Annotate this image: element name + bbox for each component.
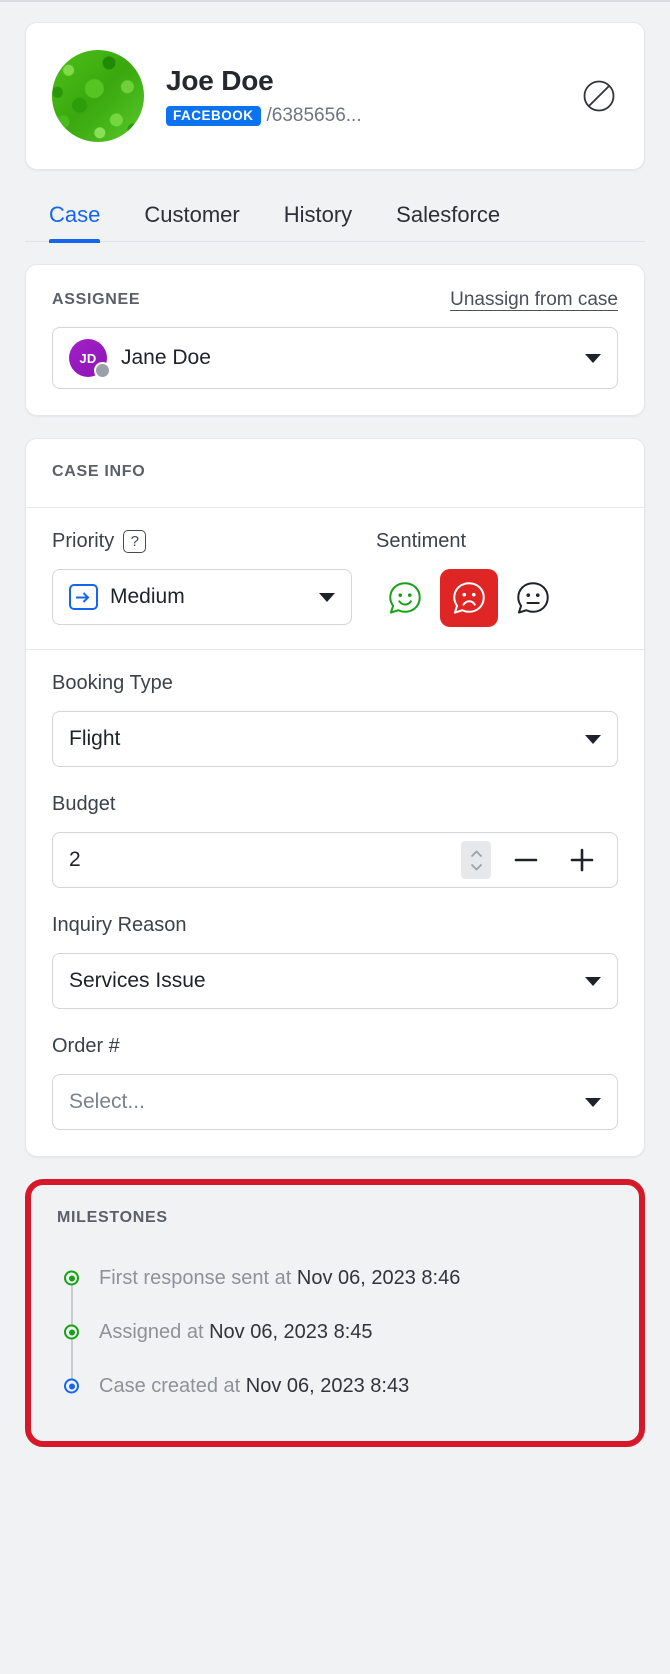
sentiment-negative-button[interactable]	[440, 569, 498, 627]
unassign-from-case-link[interactable]: Unassign from case	[450, 289, 618, 311]
inquiry-reason-label: Inquiry Reason	[52, 914, 187, 936]
priority-value: Medium	[110, 585, 185, 608]
customer-handle: /6385656...	[266, 105, 362, 127]
sentiment-neutral-button[interactable]	[504, 569, 562, 627]
minus-icon	[514, 858, 538, 862]
milestones-card: MILESTONES First response sent at Nov 06…	[33, 1187, 637, 1439]
milestone-label: Assigned at Nov 06, 2023 8:45	[99, 1320, 373, 1343]
tab-salesforce[interactable]: Salesforce	[374, 192, 522, 241]
assignee-initials: JD	[79, 350, 97, 366]
chevron-down-icon	[319, 592, 335, 602]
customer-avatar	[52, 50, 144, 142]
customer-name: Joe Doe	[166, 64, 274, 96]
help-icon[interactable]: ?	[123, 530, 147, 553]
milestones-highlight: MILESTONES First response sent at Nov 06…	[25, 1179, 645, 1447]
case-info-section-title: CASE INFO	[52, 463, 146, 480]
case-tabs: Case Customer History Salesforce	[25, 192, 645, 243]
milestone-timestamp: Nov 06, 2023 8:46	[296, 1266, 461, 1289]
plus-icon	[570, 848, 594, 872]
booking-type-value: Flight	[69, 727, 121, 750]
inquiry-reason-value: Services Issue	[69, 969, 206, 992]
booking-type-label: Booking Type	[52, 672, 173, 694]
chevron-up-icon	[470, 849, 482, 857]
milestone-item: Case created at Nov 06, 2023 8:43	[57, 1359, 613, 1413]
budget-input[interactable]	[69, 848, 461, 872]
milestone-dot-blue-icon	[64, 1378, 79, 1394]
presence-indicator	[94, 362, 111, 379]
assignee-avatar: JD	[69, 339, 111, 379]
block-icon	[583, 80, 615, 112]
budget-row: Budget	[26, 789, 644, 910]
milestone-label: First response sent at Nov 06, 2023 8:46	[99, 1266, 461, 1289]
tab-case[interactable]: Case	[27, 192, 122, 243]
budget-increment-button[interactable]	[561, 839, 603, 881]
milestones-section-title: MILESTONES	[57, 1209, 168, 1226]
frowny-face-icon	[453, 582, 485, 614]
order-number-select[interactable]: Select...	[52, 1074, 618, 1130]
smiley-face-icon	[389, 582, 421, 614]
channel-badge: FACEBOOK	[166, 105, 261, 127]
tab-customer[interactable]: Customer	[122, 192, 261, 241]
order-number-row: Order # Select...	[26, 1031, 644, 1156]
inquiry-reason-select[interactable]: Services Issue	[52, 953, 618, 1009]
chevron-down-icon	[585, 734, 601, 744]
chevron-down-icon	[585, 976, 601, 986]
order-number-value: Select...	[69, 1090, 145, 1113]
top-divider	[0, 0, 670, 2]
assignee-name: Jane Doe	[121, 346, 211, 369]
budget-stepper	[52, 832, 618, 888]
budget-label: Budget	[52, 793, 116, 815]
booking-type-select[interactable]: Flight	[52, 711, 618, 767]
case-panel: Joe Doe FACEBOOK /6385656... Case Custom…	[0, 0, 670, 1674]
assignee-card: ASSIGNEE Unassign from case JD Jane Doe	[25, 264, 645, 416]
milestones-list: First response sent at Nov 06, 2023 8:46…	[57, 1251, 613, 1413]
booking-type-row: Booking Type Flight	[26, 650, 644, 789]
order-number-label: Order #	[52, 1035, 120, 1057]
chevron-down-icon	[470, 863, 482, 871]
case-info-card: CASE INFO Priority ? Medium Sentiment Bo…	[25, 438, 645, 1157]
assignee-section-title: ASSIGNEE	[52, 291, 141, 308]
sentiment-positive-button[interactable]	[376, 569, 434, 627]
milestone-item: First response sent at Nov 06, 2023 8:46	[57, 1251, 613, 1305]
milestone-dot-green-icon	[64, 1324, 79, 1340]
milestone-dot-green-icon	[64, 1270, 79, 1286]
milestone-item: Assigned at Nov 06, 2023 8:45	[57, 1305, 613, 1359]
inquiry-reason-row: Inquiry Reason Services Issue	[26, 910, 644, 1031]
customer-header-card: Joe Doe FACEBOOK /6385656...	[25, 22, 645, 170]
block-customer-button[interactable]	[580, 77, 618, 115]
milestone-timestamp: Nov 06, 2023 8:43	[245, 1374, 410, 1397]
sentiment-options	[376, 569, 618, 627]
tab-history[interactable]: History	[262, 192, 374, 241]
assignee-select[interactable]: JD Jane Doe	[52, 327, 618, 389]
budget-spinner[interactable]	[461, 841, 491, 879]
sentiment-label: Sentiment	[376, 530, 467, 552]
arrow-right-box-icon	[69, 584, 98, 610]
priority-label: Priority	[52, 530, 115, 552]
chevron-down-icon	[585, 1097, 601, 1107]
milestone-timestamp: Nov 06, 2023 8:45	[209, 1320, 373, 1343]
milestone-label: Case created at Nov 06, 2023 8:43	[99, 1374, 410, 1397]
neutral-face-icon	[517, 582, 549, 614]
budget-decrement-button[interactable]	[505, 839, 547, 881]
chevron-down-icon	[585, 353, 601, 363]
priority-sentiment-row: Priority ? Medium Sentiment	[26, 508, 644, 650]
priority-select[interactable]: Medium	[52, 569, 352, 625]
